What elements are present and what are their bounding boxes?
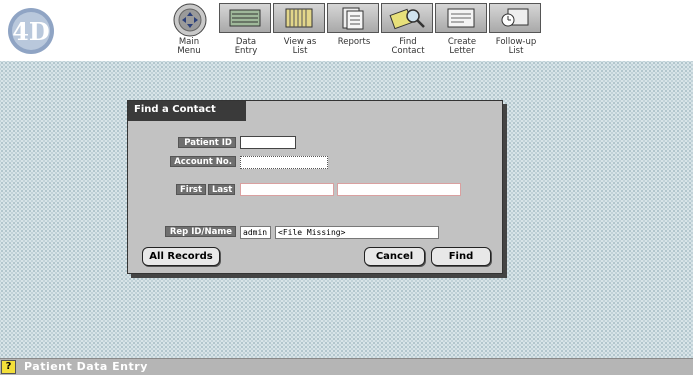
create-letter-button[interactable]: Create Letter xyxy=(435,3,489,61)
list-view-icon xyxy=(273,3,325,33)
reports-button[interactable]: Reports xyxy=(327,3,381,61)
first-name-label: First xyxy=(176,184,206,195)
follow-up-list-button[interactable]: Follow-up List xyxy=(489,3,543,61)
first-name-field[interactable] xyxy=(240,183,334,196)
account-no-field[interactable] xyxy=(240,156,328,169)
find-contact-dialog: Find a Contact Patient ID Account No. Fi… xyxy=(127,100,503,274)
last-name-field[interactable] xyxy=(337,183,461,196)
follow-up-icon xyxy=(489,3,541,33)
account-no-label: Account No. xyxy=(170,156,236,167)
letter-icon xyxy=(435,3,487,33)
patient-id-label: Patient ID xyxy=(178,137,236,148)
magnifier-icon xyxy=(381,3,433,33)
patient-id-field[interactable] xyxy=(240,136,296,149)
follow-up-list-label: Follow-up List xyxy=(495,37,537,56)
rep-id-name-label: Rep ID/Name xyxy=(165,226,236,237)
app-logo-icon: 4D xyxy=(8,8,54,54)
status-bar: ? Patient Data Entry xyxy=(0,358,693,375)
main-menu-icon xyxy=(173,3,207,37)
last-name-label: Last xyxy=(208,184,235,195)
svg-text:4D: 4D xyxy=(12,17,50,46)
dialog-title: Find a Contact xyxy=(128,101,246,121)
reports-icon xyxy=(327,3,379,33)
data-entry-icon xyxy=(219,3,271,33)
cancel-button[interactable]: Cancel xyxy=(364,247,425,266)
help-icon[interactable]: ? xyxy=(1,360,16,374)
find-button[interactable]: Find xyxy=(431,247,491,266)
rep-name-field[interactable]: <File Missing> xyxy=(275,226,439,239)
data-entry-button[interactable]: Data Entry xyxy=(219,3,273,61)
rep-id-field[interactable]: admin xyxy=(240,226,271,239)
find-contact-button[interactable]: Find Contact xyxy=(381,3,435,61)
toolbar: 4D Main Menu Data Entry View as List Rep… xyxy=(0,0,693,61)
all-records-button[interactable]: All Records xyxy=(142,247,220,266)
view-as-list-button[interactable]: View as List xyxy=(273,3,327,61)
status-text: Patient Data Entry xyxy=(24,360,148,373)
